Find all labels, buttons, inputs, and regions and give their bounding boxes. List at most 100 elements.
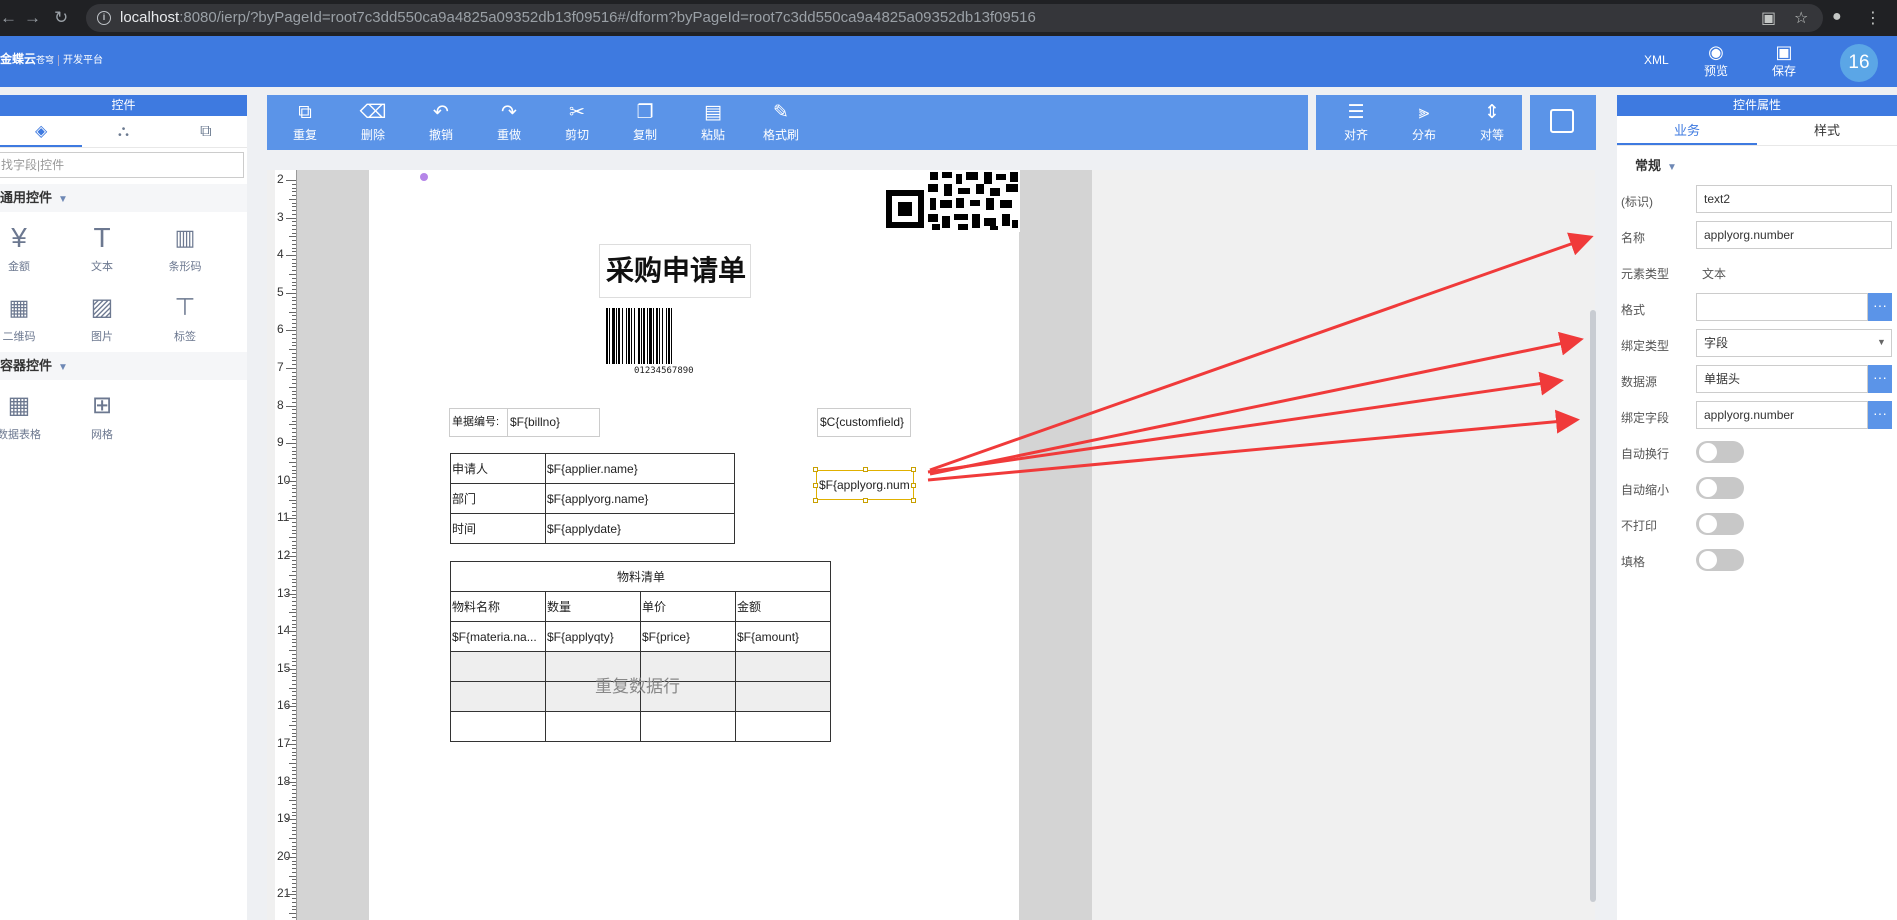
table-cell[interactable] xyxy=(640,711,736,742)
table-cell[interactable] xyxy=(735,711,831,742)
table-cell[interactable]: 时间 xyxy=(450,513,546,544)
table-header[interactable]: 物料名称 xyxy=(450,591,546,622)
resize-handle[interactable] xyxy=(863,498,868,503)
prop-label: 不打印 xyxy=(1621,519,1658,533)
table-cell[interactable]: $F{amount} xyxy=(735,621,831,652)
control-datatable[interactable]: ▦ 数据表格 xyxy=(0,386,49,442)
copy-button[interactable]: ❐ 复制 xyxy=(617,100,673,143)
table-header[interactable]: 数量 xyxy=(545,591,641,622)
resize-handle[interactable] xyxy=(813,483,818,488)
tab-style[interactable]: 样式 xyxy=(1757,116,1897,145)
resize-handle[interactable] xyxy=(813,498,818,503)
menu-icon[interactable]: ⋮ xyxy=(1865,8,1881,28)
table-cell[interactable]: $F{price} xyxy=(640,621,736,652)
xml-button[interactable]: XML xyxy=(1644,53,1669,67)
table-cell[interactable] xyxy=(735,651,831,682)
table-cell[interactable] xyxy=(545,711,641,742)
paste-button[interactable]: ▤ 粘贴 xyxy=(685,100,741,143)
resize-handle[interactable] xyxy=(813,467,818,472)
chevron-down-icon[interactable]: ▼ xyxy=(1877,337,1886,347)
tree-tab-icon[interactable]: ⛬ xyxy=(82,116,164,147)
save-button[interactable]: ▣ 保存 xyxy=(1772,42,1796,79)
ruler-tick xyxy=(292,465,296,467)
form-title[interactable]: 采购申请单 xyxy=(599,244,751,298)
delete-button[interactable]: ⌫ 删除 xyxy=(345,100,401,143)
equal-button[interactable]: ⇕ 对等 xyxy=(1464,100,1520,143)
control-text[interactable]: T 文本 xyxy=(72,218,132,274)
tab-business[interactable]: 业务 xyxy=(1617,116,1757,145)
blocked-popup-icon[interactable]: ▣ xyxy=(1761,8,1776,28)
redo-button[interactable]: ↷ 重做 xyxy=(481,100,537,143)
table-cell[interactable]: $F{applyorg.name} xyxy=(545,483,735,514)
control-search-input[interactable]: 找字段|控件 xyxy=(0,152,244,178)
barcode[interactable] xyxy=(606,308,696,364)
control-qrcode[interactable]: ▦ 二维码 xyxy=(0,288,49,344)
noprint-toggle[interactable] xyxy=(1696,513,1744,535)
format-more-button[interactable]: ··· xyxy=(1868,293,1892,321)
distribute-button[interactable]: ⫸ 分布 xyxy=(1396,100,1452,143)
fullscreen-icon[interactable] xyxy=(1550,109,1574,133)
site-info-icon[interactable]: i xyxy=(97,11,111,25)
print-page[interactable]: 采购申请单 01234567890 单据编号: $F{billno} $C{cu… xyxy=(369,170,1020,920)
section-general[interactable]: 常规 ▼ xyxy=(1635,155,1677,174)
format-input[interactable] xyxy=(1696,293,1868,321)
autoshrink-toggle[interactable] xyxy=(1696,477,1744,499)
layers-tab-icon[interactable]: ◈ xyxy=(0,116,83,147)
autowrap-toggle[interactable] xyxy=(1696,441,1744,463)
fill-toggle[interactable] xyxy=(1696,549,1744,571)
control-image[interactable]: ▨ 图片 xyxy=(72,288,132,344)
control-label[interactable]: ⊤ 标签 xyxy=(155,288,215,344)
align-button[interactable]: ☰ 对齐 xyxy=(1328,100,1384,143)
billno-label[interactable]: 单据编号: xyxy=(449,408,508,437)
back-icon[interactable]: ← xyxy=(0,8,17,28)
forward-icon[interactable]: → xyxy=(24,8,41,28)
table-cell[interactable]: $F{applyqty} xyxy=(545,621,641,652)
table-cell[interactable] xyxy=(450,711,546,742)
repeat-button[interactable]: ⧉ 重复 xyxy=(277,100,333,143)
selected-applyorg-field[interactable]: $F{applyorg.num xyxy=(816,470,914,500)
id-input[interactable]: text2 xyxy=(1696,185,1892,213)
canvas-scrollbar[interactable] xyxy=(1590,310,1596,902)
windows-tab-icon[interactable]: ⧉ xyxy=(165,116,247,147)
container-controls-header[interactable]: 容器控件 ▼ xyxy=(0,352,247,380)
billno-field[interactable]: $F{billno} xyxy=(507,408,600,437)
table-cell[interactable]: 申请人 xyxy=(450,453,546,484)
undo-button[interactable]: ↶ 撤销 xyxy=(413,100,469,143)
star-icon[interactable]: ☆ xyxy=(1794,8,1808,28)
control-currency[interactable]: ¥ 金额 xyxy=(0,218,49,274)
bind-field-more-button[interactable]: ··· xyxy=(1868,401,1892,429)
reload-icon[interactable]: ↻ xyxy=(54,8,68,28)
cut-button[interactable]: ✂ 剪切 xyxy=(549,100,605,143)
common-controls-header[interactable]: 通用控件 ▼ xyxy=(0,184,247,212)
table-cell[interactable] xyxy=(735,681,831,712)
resize-handle[interactable] xyxy=(911,467,916,472)
resize-handle[interactable] xyxy=(863,467,868,472)
info-table[interactable]: 申请人 $F{applier.name} 部门 $F{applyorg.name} … xyxy=(450,453,735,544)
name-input[interactable]: applyorg.number xyxy=(1696,221,1892,249)
qr-code[interactable] xyxy=(884,170,1020,232)
table-cell[interactable]: $F{applier.name} xyxy=(545,453,735,484)
bind-type-select[interactable]: 字段 xyxy=(1696,329,1892,357)
datasource-input[interactable]: 单据头 xyxy=(1696,365,1868,393)
material-table-title[interactable]: 物料清单 xyxy=(450,561,831,592)
table-cell[interactable]: $F{applydate} xyxy=(545,513,735,544)
control-barcode[interactable]: ▥ 条形码 xyxy=(155,218,215,274)
avatar[interactable]: 16 xyxy=(1840,44,1878,82)
datasource-more-button[interactable]: ··· xyxy=(1868,365,1892,393)
resize-handle[interactable] xyxy=(911,498,916,503)
table-cell[interactable] xyxy=(450,681,546,712)
table-header[interactable]: 金额 xyxy=(735,591,831,622)
control-grid[interactable]: ⊞ 网格 xyxy=(72,386,132,442)
table-cell[interactable]: 部门 xyxy=(450,483,546,514)
preview-button[interactable]: ◉ 预览 xyxy=(1704,42,1728,79)
format-painter-button[interactable]: ✎ 格式刷 xyxy=(753,100,809,143)
resize-handle[interactable] xyxy=(911,483,916,488)
bind-field-input[interactable]: applyorg.number xyxy=(1696,401,1868,429)
account-icon[interactable]: ● xyxy=(1832,8,1842,26)
table-cell[interactable]: $F{materia.na... xyxy=(450,621,546,652)
table-header[interactable]: 单价 xyxy=(640,591,736,622)
material-table[interactable]: 物料清单 物料名称 数量 单价 金额 $F{materia.na... $F{a… xyxy=(450,561,831,742)
address-bar[interactable]: i localhost:8080/ierp/?byPageId=root7c3d… xyxy=(86,4,1823,32)
table-cell[interactable] xyxy=(450,651,546,682)
customfield[interactable]: $C{customfield} xyxy=(817,408,911,437)
